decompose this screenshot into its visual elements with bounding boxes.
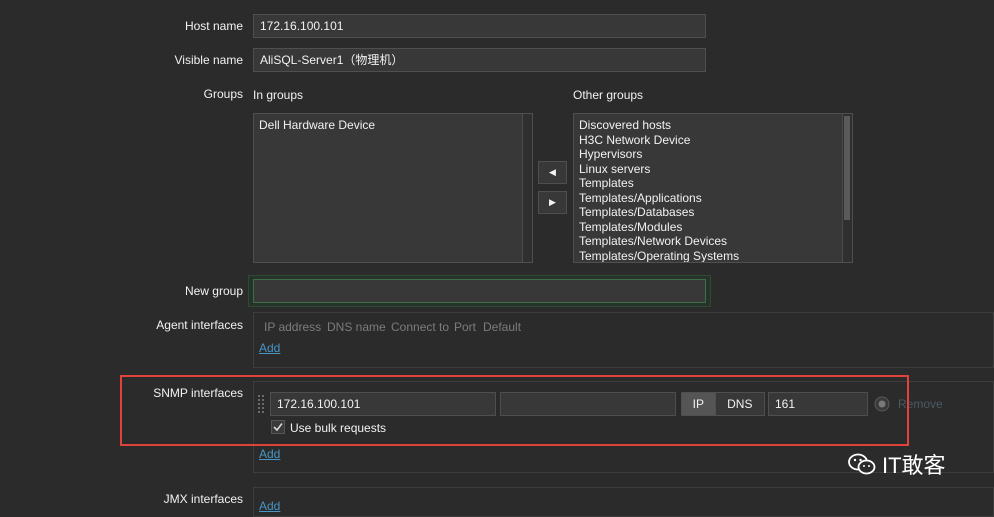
agent-add-link[interactable]: Add xyxy=(259,341,280,355)
in-groups-listbox[interactable]: Dell Hardware Device xyxy=(253,113,533,263)
col-default: Default xyxy=(483,320,522,334)
col-dns-name: DNS name xyxy=(327,320,386,334)
in-groups-scrollbar[interactable] xyxy=(522,114,532,262)
list-item[interactable]: H3C Network Device xyxy=(574,133,852,148)
list-item[interactable]: Hypervisors xyxy=(574,147,852,162)
jmx-interfaces-label: JMX interfaces xyxy=(163,492,243,506)
new-group-input[interactable] xyxy=(253,279,706,303)
list-item[interactable]: Discovered hosts xyxy=(574,118,852,133)
list-item[interactable]: Dell Hardware Device xyxy=(254,118,532,133)
groups-label: Groups xyxy=(203,87,243,101)
other-groups-scrollbar[interactable] xyxy=(842,114,852,262)
move-left-button[interactable]: ◀ xyxy=(538,161,567,184)
in-groups-heading: In groups xyxy=(253,88,304,102)
host-name-input[interactable]: 172.16.100.101 xyxy=(253,14,706,38)
snmp-add-link[interactable]: Add xyxy=(259,447,280,461)
list-item[interactable]: Templates xyxy=(574,176,852,191)
annotation-highlight-box xyxy=(120,375,909,446)
col-ip-address: IP address xyxy=(264,320,322,334)
arrow-left-icon: ◀ xyxy=(549,167,556,177)
watermark-text: IT敢客 xyxy=(882,453,946,478)
jmx-add-link[interactable]: Add xyxy=(259,499,280,513)
jmx-interfaces-section: Add xyxy=(253,487,994,517)
agent-interfaces-label: Agent interfaces xyxy=(156,318,243,332)
host-name-label: Host name xyxy=(184,19,243,33)
scroll-thumb[interactable] xyxy=(844,116,850,220)
other-groups-heading: Other groups xyxy=(573,88,644,102)
col-port: Port xyxy=(454,320,477,334)
arrow-right-icon: ▶ xyxy=(549,197,556,207)
visible-name-input[interactable]: AliSQL-Server1（物理机） xyxy=(253,48,706,72)
visible-name-label: Visible name xyxy=(174,53,243,67)
list-item[interactable]: Templates/Modules xyxy=(574,220,852,235)
list-item[interactable]: Templates/Databases xyxy=(574,205,852,220)
wechat-logo-icon xyxy=(848,453,876,475)
move-right-button[interactable]: ▶ xyxy=(538,191,567,214)
wechat-watermark: IT敢客 xyxy=(848,448,946,480)
new-group-label: New group xyxy=(184,284,243,298)
list-item[interactable]: Templates/Operating Systems xyxy=(574,249,852,263)
other-groups-listbox[interactable]: Discovered hosts H3C Network Device Hype… xyxy=(573,113,853,263)
list-item[interactable]: Linux servers xyxy=(574,162,852,177)
list-item[interactable]: Templates/Network Devices xyxy=(574,234,852,249)
list-item[interactable]: Templates/Applications xyxy=(574,191,852,206)
agent-interfaces-section: IP address DNS name Connect to Port Defa… xyxy=(253,312,994,368)
col-connect-to: Connect to xyxy=(391,320,450,334)
